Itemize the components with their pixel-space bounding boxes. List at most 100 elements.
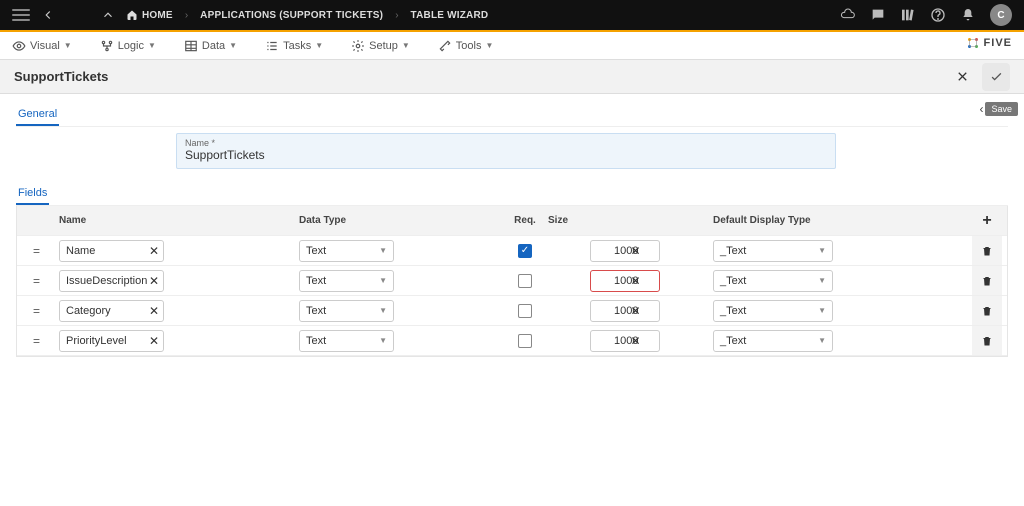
field-display-select[interactable]: _Text ▼ xyxy=(713,240,833,262)
field-datatype-select[interactable]: Text▼ xyxy=(299,330,394,352)
name-field[interactable]: Name * SupportTickets xyxy=(176,133,836,169)
tasks-icon xyxy=(265,39,279,53)
menubar: Visual▼ Logic▼ Data▼ Tasks▼ Setup▼ Tools… xyxy=(0,32,1024,60)
close-button[interactable] xyxy=(948,63,976,91)
fields-table: Name Data Type Req. Size Default Display… xyxy=(16,206,1008,357)
col-datatype: Data Type xyxy=(293,215,508,226)
field-name-input[interactable]: PriorityLevel ✕ xyxy=(59,330,164,352)
drag-handle-icon[interactable]: = xyxy=(33,304,37,318)
field-required-checkbox[interactable] xyxy=(518,334,532,348)
clear-icon[interactable]: ✕ xyxy=(149,274,159,288)
tabs-general: General xyxy=(16,104,1008,127)
chevron-down-icon: ▼ xyxy=(818,336,826,345)
eye-icon xyxy=(12,39,26,53)
field-datatype-select[interactable]: Text▼ xyxy=(299,270,394,292)
menu-label: Setup xyxy=(369,40,398,52)
field-size-input[interactable]: 1000✕ xyxy=(590,270,660,292)
field-row: = Name✕ Text ▼ ✓ 1000✕ _Text ▼ xyxy=(17,236,1007,266)
page-title: SupportTickets xyxy=(14,69,108,84)
tab-fields[interactable]: Fields xyxy=(16,183,49,205)
field-display-value: _Text xyxy=(720,335,746,347)
field-display-select[interactable]: _Text▼ xyxy=(713,270,833,292)
field-display-select[interactable]: _Text ▼ xyxy=(713,330,833,352)
breadcrumb-tablewizard[interactable]: TABLE WIZARD xyxy=(411,10,489,21)
clear-icon[interactable]: ✕ xyxy=(149,334,159,348)
delete-field-button[interactable] xyxy=(972,296,1002,325)
fields-header-row: Name Data Type Req. Size Default Display… xyxy=(17,206,1007,236)
breadcrumb-home[interactable]: HOME xyxy=(126,9,173,21)
drag-handle-icon[interactable]: = xyxy=(33,274,37,288)
field-size-input[interactable]: 1000✕ xyxy=(590,300,660,322)
bell-icon[interactable] xyxy=(956,3,980,27)
menu-label: Visual xyxy=(30,40,60,52)
app-topbar: HOME › APPLICATIONS (SUPPORT TICKETS) › … xyxy=(0,0,1024,30)
content-area: ‹ Save General Name * SupportTickets Fie… xyxy=(0,94,1024,367)
field-required-checkbox[interactable] xyxy=(518,304,532,318)
field-name-value: Category xyxy=(66,305,111,317)
field-display-select[interactable]: _Text▼ xyxy=(713,300,833,322)
field-datatype-value: Text xyxy=(306,335,326,347)
menu-label: Data xyxy=(202,40,225,52)
menu-logic[interactable]: Logic▼ xyxy=(100,39,156,53)
save-badge: Save xyxy=(985,102,1018,116)
clear-icon[interactable]: ✕ xyxy=(630,244,640,258)
clear-icon[interactable]: ✕ xyxy=(630,274,640,288)
library-icon[interactable] xyxy=(896,3,920,27)
tabs-fields: Fields xyxy=(16,183,1008,206)
menu-visual[interactable]: Visual▼ xyxy=(12,39,72,53)
breadcrumb-label: HOME xyxy=(142,10,173,21)
field-size-input[interactable]: 1000✕ xyxy=(590,240,660,262)
drag-handle-icon[interactable]: = xyxy=(33,244,37,258)
menu-tools[interactable]: Tools▼ xyxy=(438,39,494,53)
breadcrumb-separator: › xyxy=(185,10,188,21)
field-required-checkbox[interactable] xyxy=(518,274,532,288)
wrench-icon xyxy=(438,39,452,53)
menu-setup[interactable]: Setup▼ xyxy=(351,39,410,53)
avatar-initial: C xyxy=(997,10,1004,21)
clear-icon[interactable]: ✕ xyxy=(630,334,640,348)
field-datatype-select[interactable]: Text▼ xyxy=(299,300,394,322)
menu-icon[interactable] xyxy=(12,6,30,24)
field-display-value: _Text xyxy=(720,245,746,257)
up-button[interactable] xyxy=(96,3,120,27)
tab-general[interactable]: General xyxy=(16,104,59,126)
back-button[interactable] xyxy=(36,3,60,27)
breadcrumb-separator: › xyxy=(395,10,398,21)
brand-text: FIVE xyxy=(984,37,1012,49)
breadcrumb-applications[interactable]: APPLICATIONS (SUPPORT TICKETS) xyxy=(200,10,383,21)
field-name-input[interactable]: Category ✕ xyxy=(59,300,164,322)
chevron-down-icon: ▼ xyxy=(379,276,387,285)
name-field-value: SupportTickets xyxy=(185,148,827,162)
chevron-down-icon: ▼ xyxy=(379,246,387,255)
field-datatype-select[interactable]: Text ▼ xyxy=(299,240,394,262)
menu-tasks[interactable]: Tasks▼ xyxy=(265,39,323,53)
confirm-button[interactable] xyxy=(982,63,1010,91)
field-name-input[interactable]: Name✕ xyxy=(59,240,164,262)
clear-icon[interactable]: ✕ xyxy=(149,304,159,318)
field-name-input[interactable]: IssueDescription✕ xyxy=(59,270,164,292)
help-icon[interactable] xyxy=(926,3,950,27)
chevron-down-icon: ▼ xyxy=(379,306,387,315)
delete-field-button[interactable] xyxy=(972,326,1002,355)
delete-field-button[interactable] xyxy=(972,266,1002,295)
brand-logo: FIVE xyxy=(966,36,1012,50)
clear-icon[interactable]: ✕ xyxy=(630,304,640,318)
menu-data[interactable]: Data▼ xyxy=(184,39,237,53)
chevron-down-icon: ▼ xyxy=(315,41,323,50)
add-field-button[interactable]: + xyxy=(982,212,991,230)
chevron-down-icon: ▼ xyxy=(818,246,826,255)
field-row: = PriorityLevel ✕ Text▼ 1000✕ _Text ▼ xyxy=(17,326,1007,356)
field-size-input[interactable]: 1000✕ xyxy=(590,330,660,352)
delete-field-button[interactable] xyxy=(972,236,1002,265)
forward-button[interactable] xyxy=(66,3,90,27)
drag-handle-icon[interactable]: = xyxy=(33,334,37,348)
field-name-value: PriorityLevel xyxy=(66,335,127,347)
chat-icon[interactable] xyxy=(866,3,890,27)
chevron-left-icon: ‹ xyxy=(979,102,983,116)
field-required-checkbox[interactable]: ✓ xyxy=(518,244,532,258)
field-datatype-value: Text xyxy=(306,245,326,257)
cloud-icon[interactable] xyxy=(836,3,860,27)
clear-icon[interactable]: ✕ xyxy=(149,244,159,258)
avatar[interactable]: C xyxy=(990,4,1012,26)
logic-icon xyxy=(100,39,114,53)
